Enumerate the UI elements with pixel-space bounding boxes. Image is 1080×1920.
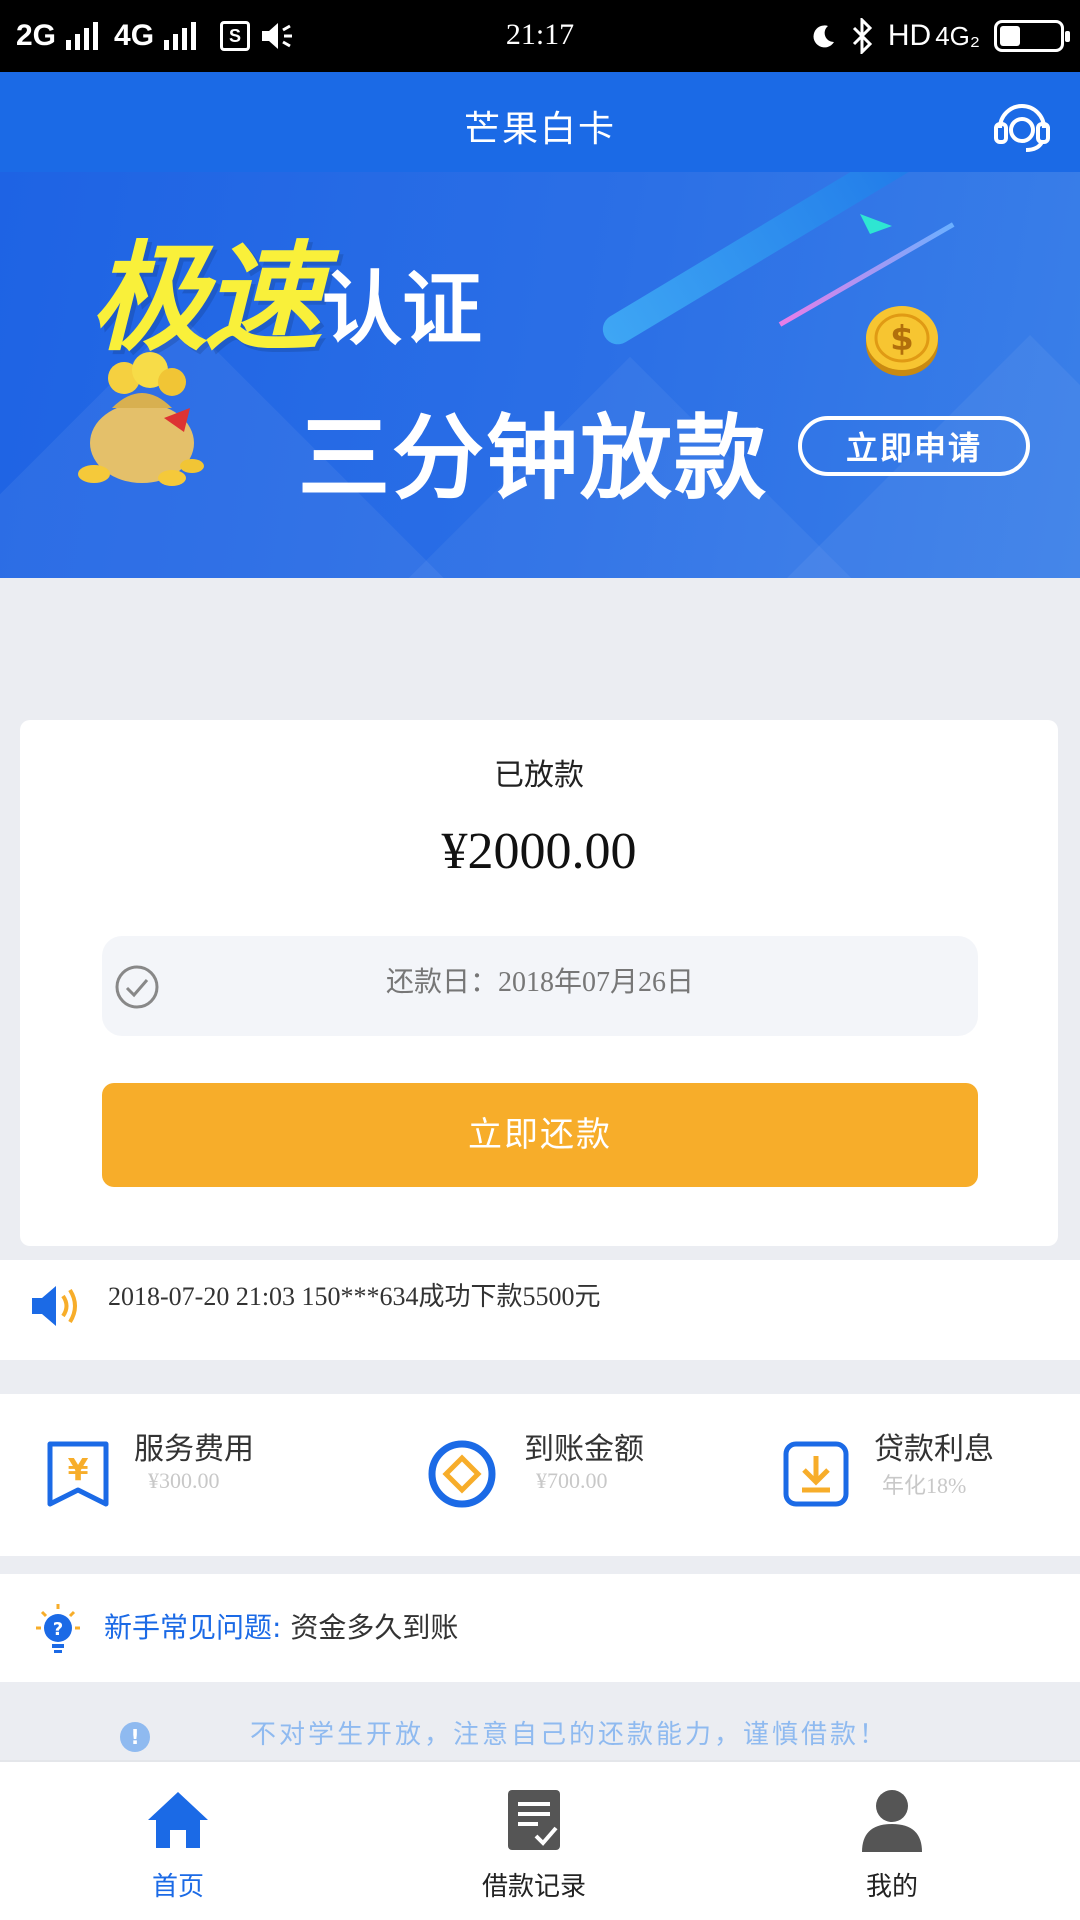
loan-amount: ¥2000.00	[441, 823, 637, 880]
receipt-yuan-icon: ¥	[47, 1441, 109, 1507]
due-date-box: 还款日：2018年07月26日	[102, 936, 978, 1036]
feature-value: 年化18%	[882, 1473, 967, 1498]
records-icon	[508, 1790, 560, 1850]
bottom-tab-bar: 首页 借款记录 我的	[0, 1760, 1080, 1920]
status-bar: 2G 4G S 21:17 HD 4G₂	[0, 0, 1080, 72]
tab-label: 我的	[865, 1872, 918, 1902]
feature-value: ¥300.00	[148, 1468, 220, 1493]
warning-banner: ! 不对学生开放，注意自己的还款能力，谨慎借款！	[0, 1688, 1080, 1760]
apply-now-button[interactable]: 立即申请	[798, 416, 1030, 476]
feature-label: 服务费用	[134, 1432, 254, 1467]
battery-fill	[1000, 26, 1021, 46]
fee-summary: ¥ 服务费用 ¥300.00 到账金额 ¥700.00 贷款利息 年化18%	[0, 1394, 1080, 1556]
svg-text:$: $	[890, 319, 914, 359]
repay-now-button[interactable]: 立即还款	[102, 1083, 978, 1187]
svg-text:¥: ¥	[68, 1453, 89, 1488]
faq-question[interactable]: 资金多久到账	[290, 1611, 458, 1644]
due-date-text: 还款日：2018年07月26日	[385, 967, 694, 998]
home-icon	[148, 1792, 208, 1848]
banner-subline: 三分钟放款	[298, 405, 769, 512]
tab-label: 首页	[151, 1872, 204, 1902]
tab-loan-records[interactable]: 借款记录	[434, 1762, 634, 1920]
feature-interest[interactable]: 贷款利息 年化18%	[720, 1394, 1080, 1556]
feature-value: ¥700.00	[536, 1468, 608, 1493]
paper-plane-icon	[860, 214, 892, 234]
headset-icon[interactable]	[992, 94, 1052, 154]
faq-label: 新手常见问题:	[104, 1611, 282, 1644]
status-bar-right: HD 4G₂	[810, 14, 1070, 58]
loan-notice-ticker: 2018-07-20 21:03 150***634成功下款5500元	[0, 1260, 1080, 1360]
promo-banner[interactable]: $ 极速 认证 三分钟放款 立即申请	[0, 172, 1080, 578]
lightbulb-icon: ?	[36, 1604, 80, 1653]
battery-icon	[994, 20, 1070, 52]
warning-text: 不对学生开放，注意自己的还款能力，谨慎借款！	[250, 1720, 889, 1750]
download-icon	[783, 1441, 849, 1507]
faq-row[interactable]: ? 新手常见问题: 资金多久到账	[0, 1574, 1080, 1682]
hd-label: HD	[887, 19, 932, 52]
faq-text: 新手常见问题: 资金多久到账	[104, 1606, 458, 1646]
notice-text: 2018-07-20 21:03 150***634成功下款5500元	[108, 1282, 601, 1311]
loan-status-card: 已放款 ¥2000.00 还款日：2018年07月26日 立即还款	[20, 720, 1058, 1246]
banner-headline-rest: 认证	[322, 263, 483, 356]
moon-icon	[813, 25, 834, 48]
data-type-label: 4G₂	[935, 20, 980, 51]
page-title: 芒果白卡	[463, 109, 616, 150]
dollar-coin-icon: $	[866, 306, 938, 376]
info-icon: !	[120, 1722, 150, 1752]
bluetooth-icon	[852, 18, 872, 54]
speaker-icon	[32, 1286, 77, 1326]
svg-text:?: ?	[53, 1619, 63, 1640]
feature-received-amount[interactable]: 到账金额 ¥700.00	[360, 1394, 720, 1556]
tab-home[interactable]: 首页	[78, 1762, 278, 1920]
loan-status: 已放款	[494, 758, 584, 793]
money-bag-icon	[78, 352, 204, 486]
user-icon	[862, 1790, 922, 1852]
feature-label: 贷款利息	[874, 1432, 994, 1467]
app-header: 芒果白卡	[0, 72, 1080, 172]
tab-label: 借款记录	[481, 1872, 586, 1902]
coin-icon	[428, 1440, 496, 1508]
feature-label: 到账金额	[524, 1432, 644, 1467]
feature-service-fee[interactable]: ¥ 服务费用 ¥300.00	[0, 1394, 360, 1556]
tab-mine[interactable]: 我的	[792, 1762, 992, 1920]
